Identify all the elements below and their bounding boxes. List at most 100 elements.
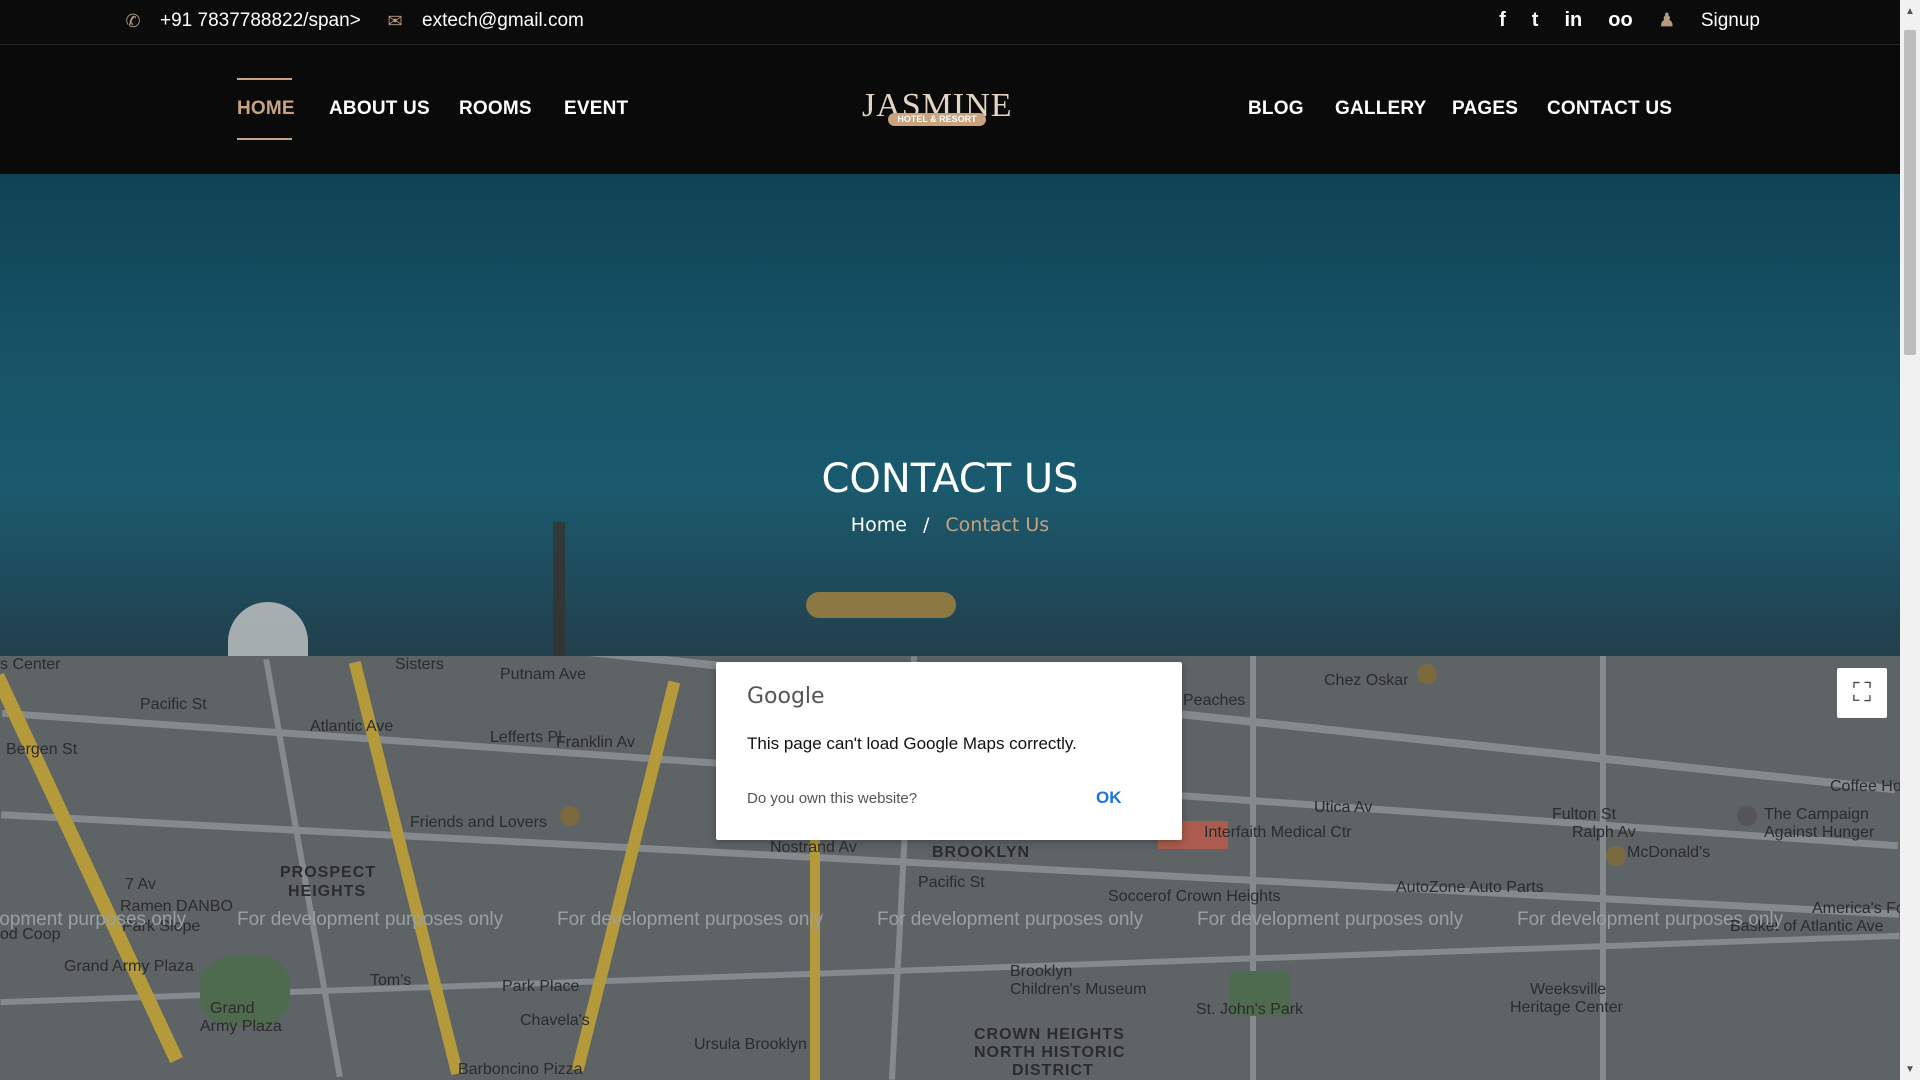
map-label: Pacific St <box>918 874 985 891</box>
map-label: Ralph Av <box>1572 824 1636 841</box>
map-label: Barboncino Pizza <box>458 1061 583 1078</box>
nav-home[interactable]: HOME <box>237 98 295 120</box>
dev-watermark: For development purposes only <box>877 909 1144 930</box>
email-address: extech@gmail.com <box>422 10 584 31</box>
map-label: Weeksville <box>1530 981 1607 998</box>
map-place-pin[interactable] <box>1737 806 1757 826</box>
map-label: Children's Museum <box>1010 981 1147 998</box>
map-label: Brooklyn <box>1010 963 1073 980</box>
signup-link[interactable]: Signup <box>1701 10 1760 32</box>
phone-icon: ✆ <box>125 10 141 31</box>
seaplane-silhouette <box>806 592 956 618</box>
social-links: f t in oo ♟ Signup <box>1499 9 1760 32</box>
map-place-pin[interactable] <box>1417 664 1437 684</box>
map-label: Soccerof Crown Heights <box>1108 888 1281 905</box>
map-label: 7 Av <box>125 876 156 893</box>
map-label: Grand Army Plaza <box>64 958 194 975</box>
scroll-up-icon[interactable]: ▲ <box>1905 6 1915 17</box>
dev-watermark: For development purposes only <box>237 909 504 930</box>
fullscreen-button[interactable]: ⛶ <box>1837 668 1887 718</box>
ok-button[interactable]: OK <box>1096 788 1122 808</box>
map-label: McDonald's <box>1627 844 1711 861</box>
nav-rooms[interactable]: ROOMS <box>459 98 532 120</box>
maps-error-dialog: Google This page can't load Google Maps … <box>716 662 1182 840</box>
breadcrumb-separator: / <box>922 514 930 536</box>
map-label: Chez Oskar <box>1324 672 1409 689</box>
twitter-icon[interactable]: t <box>1532 9 1539 32</box>
map-label: Chavela's <box>520 1012 590 1029</box>
map-label: Franklin Av <box>556 734 635 751</box>
google-logo: Google <box>747 684 825 709</box>
map-highlight-road <box>0 672 183 1064</box>
error-message: This page can't load Google Maps correct… <box>747 734 1077 753</box>
map-label: America's Food <box>1812 900 1900 917</box>
map-label: Friends and Lovers <box>410 814 547 831</box>
dev-watermark: For development purposes only <box>557 909 824 930</box>
map-label: Coffee Ho <box>1830 778 1900 795</box>
map-label: Lefferts Pl <box>490 729 562 746</box>
map-label: Army Plaza <box>200 1018 282 1035</box>
facebook-icon[interactable]: f <box>1499 9 1506 32</box>
scroll-down-icon[interactable]: ▼ <box>1905 1064 1915 1075</box>
map-label: Fulton St <box>1552 806 1617 823</box>
dev-watermark: For development purposes only <box>0 909 187 930</box>
map-label: AutoZone Auto Parts <box>1396 879 1544 896</box>
fullscreen-icon: ⛶ <box>1852 677 1872 707</box>
map-label: Sisters <box>395 656 444 673</box>
nav-blog[interactable]: BLOG <box>1248 98 1304 120</box>
map-label: Atlantic Ave <box>310 718 394 735</box>
map-place-pin[interactable] <box>1606 846 1626 866</box>
breadcrumb-home[interactable]: Home <box>851 514 907 536</box>
linkedin-icon[interactable]: in <box>1564 9 1582 32</box>
top-bar: ✆ +91 7837788822/span> ✉ extech@gmail.co… <box>0 0 1900 45</box>
map-label: Grand <box>210 1000 255 1017</box>
user-icon: ♟ <box>1658 10 1675 30</box>
main-nav: HOME ABOUT US ROOMS EVENT JASMINE HOTEL … <box>0 45 1900 173</box>
active-indicator-bottom <box>237 138 292 140</box>
map-label: NORTH HISTORIC <box>974 1044 1126 1061</box>
dev-watermark: For development purposes only <box>1517 909 1784 930</box>
map-label: Heritage Center <box>1510 999 1623 1016</box>
map-label: Ursula Brooklyn <box>694 1036 807 1053</box>
site-logo[interactable]: JASMINE HOTEL & RESORT <box>862 87 1012 133</box>
map-label: Tom's <box>370 972 412 989</box>
dev-watermark: For development purposes only <box>1197 909 1464 930</box>
map-label: Bergen St <box>6 741 78 758</box>
mail-icon: ✉ <box>387 10 403 31</box>
logo-subtitle: HOTEL & RESORT <box>888 113 986 126</box>
map-label: BROOKLYN <box>932 844 1031 861</box>
page-title: CONTACT US <box>821 456 1079 502</box>
nav-about-us[interactable]: ABOUT US <box>329 98 430 120</box>
map-label: Utica Av <box>1314 799 1373 816</box>
map-label: CROWN HEIGHTS <box>974 1026 1125 1043</box>
map-label: Nostrand Av <box>770 839 857 856</box>
map-label: St. John's Park <box>1196 1001 1304 1018</box>
phone-number: +91 7837788822/span> <box>160 10 361 31</box>
map-label: Interfaith Medical Ctr <box>1204 824 1352 841</box>
active-indicator-top <box>237 78 292 80</box>
map-label: Putnam Ave <box>500 666 586 683</box>
page-scrollbar[interactable]: ▲ ▼ <box>1900 0 1920 1080</box>
scrollbar-thumb[interactable] <box>1904 30 1916 355</box>
page-hero: CONTACT US Home / Contact Us <box>0 174 1900 657</box>
map-label: The Campaign <box>1764 806 1869 823</box>
map-label: PROSPECT <box>280 864 377 881</box>
map-label: DISTRICT <box>1012 1062 1094 1079</box>
nav-pages[interactable]: PAGES <box>1452 98 1518 120</box>
breadcrumb-current: Contact Us <box>945 514 1050 536</box>
own-website-question: Do you own this website? <box>747 790 918 807</box>
nav-gallery[interactable]: GALLERY <box>1335 98 1426 120</box>
map-label: Pacific St <box>140 696 207 713</box>
map-label: HEIGHTS <box>288 883 367 900</box>
balloon-silhouette <box>228 602 308 656</box>
tripadvisor-icon[interactable]: oo <box>1608 9 1632 32</box>
nav-event[interactable]: EVENT <box>564 98 628 120</box>
map-label: Peaches <box>1183 692 1246 709</box>
breadcrumb: Home / Contact Us <box>0 514 1900 536</box>
tower-silhouette <box>553 522 565 657</box>
map-place-pin[interactable] <box>560 806 580 826</box>
nav-contact-us[interactable]: CONTACT US <box>1547 98 1672 120</box>
map-label: Park Place <box>502 978 580 995</box>
phone-contact[interactable]: ✆ +91 7837788822/span> <box>124 10 361 32</box>
email-contact[interactable]: ✉ extech@gmail.com <box>386 10 584 32</box>
